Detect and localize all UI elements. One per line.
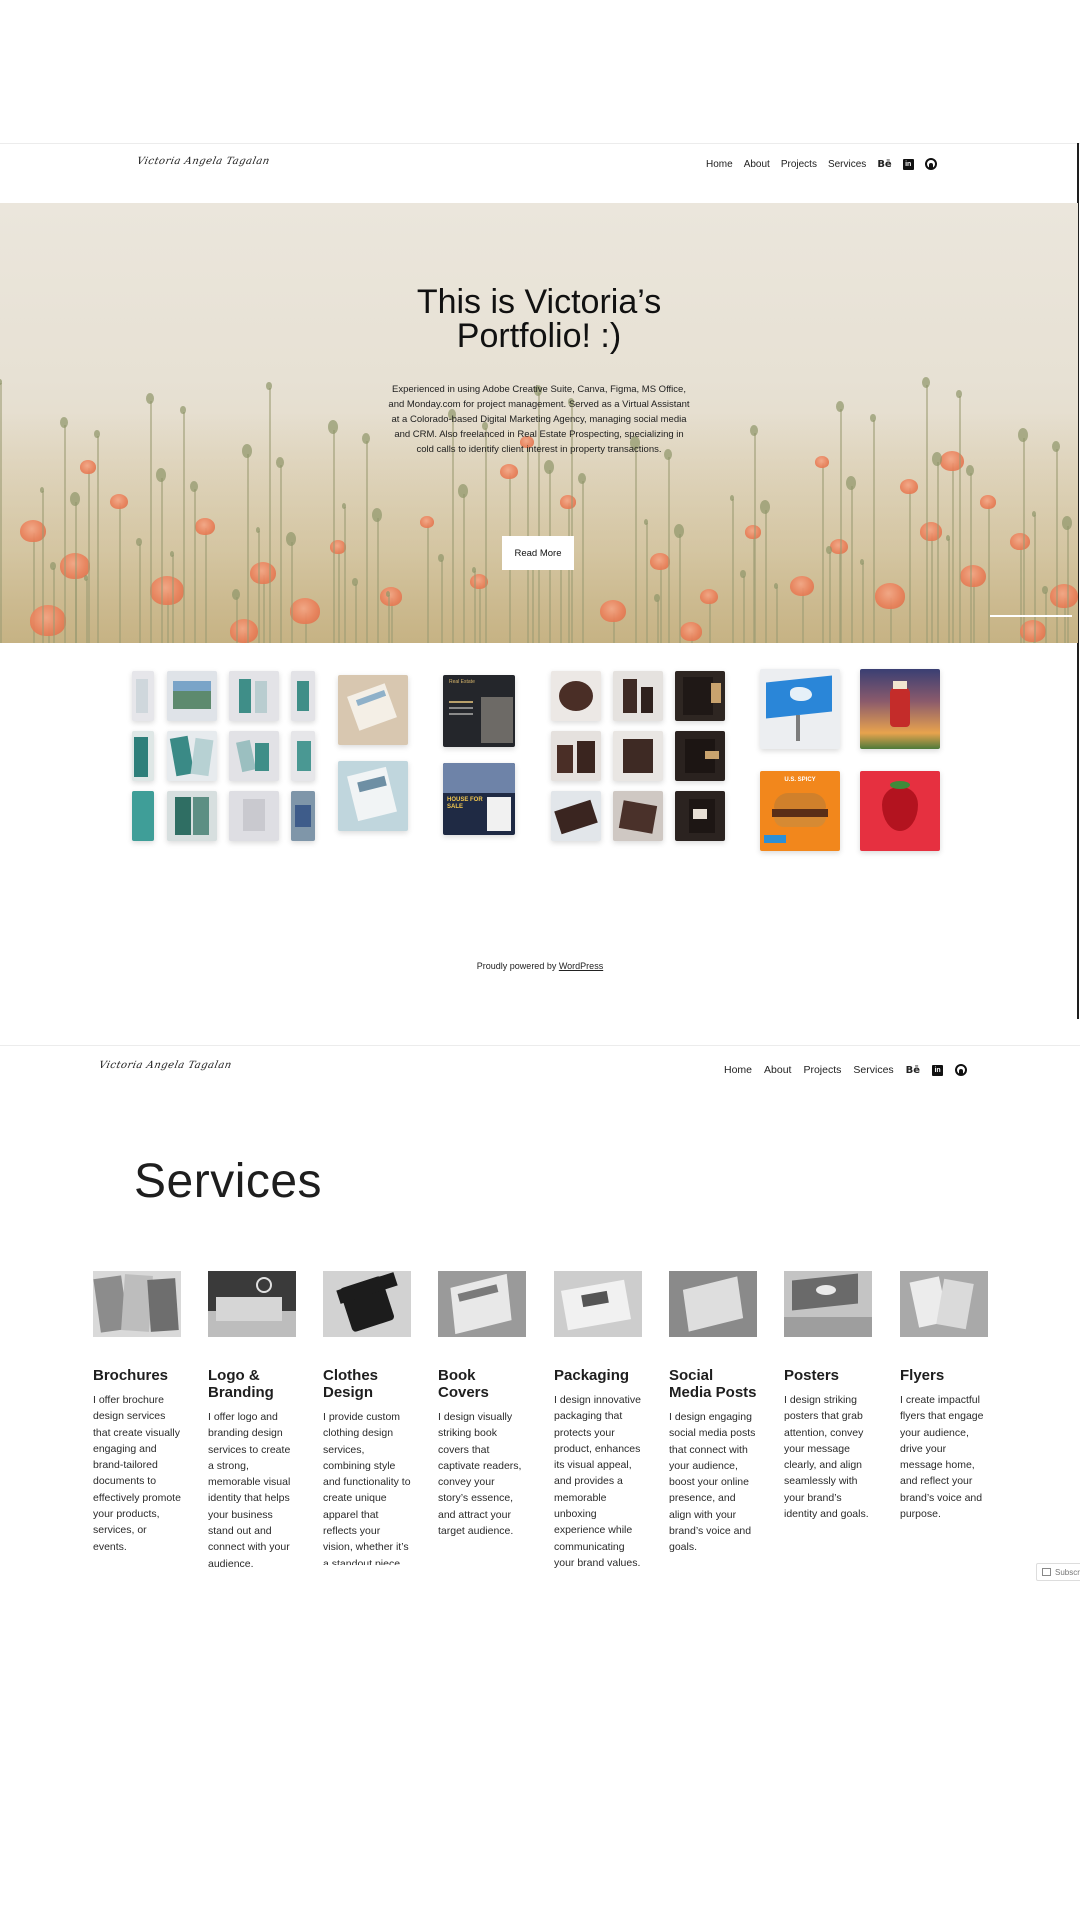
gallery-brochure-9[interactable] bbox=[132, 791, 154, 841]
nav-about[interactable]: About bbox=[764, 1064, 791, 1076]
behance-icon[interactable]: Bē bbox=[906, 1065, 920, 1076]
gallery-brochure-1[interactable] bbox=[132, 671, 154, 721]
gallery-burger-poster[interactable]: U.S. SPICY bbox=[760, 771, 840, 851]
site-logo[interactable]: Victoria Angela Tagalan bbox=[136, 156, 271, 167]
behance-icon[interactable]: Bē bbox=[877, 159, 891, 170]
gallery-billboard[interactable] bbox=[760, 669, 840, 749]
subscribe-icon bbox=[1042, 1568, 1051, 1576]
read-more-button[interactable]: Read More bbox=[502, 536, 574, 570]
gallery-brochure-7[interactable] bbox=[229, 731, 279, 781]
gallery-packaging-8[interactable] bbox=[613, 791, 663, 841]
service-title: Social Media Posts bbox=[669, 1367, 757, 1401]
site-header: Victoria Angela Tagalan Home About Proje… bbox=[0, 143, 1080, 203]
service-description: I design visually striking book covers t… bbox=[438, 1411, 522, 1538]
gallery-packaging-4[interactable] bbox=[551, 731, 601, 781]
gallery-packaging-3[interactable] bbox=[675, 671, 725, 721]
service-card-packaging: Packaging I design innovative packaging … bbox=[554, 1271, 642, 1571]
gallery-flyer-1[interactable] bbox=[338, 675, 408, 745]
service-image-book-covers bbox=[438, 1271, 526, 1337]
hero-title-line1: This is Victoria’s bbox=[416, 283, 662, 321]
nav-projects[interactable]: Projects bbox=[803, 1064, 841, 1076]
service-title: Book Covers bbox=[438, 1367, 489, 1401]
nav-projects[interactable]: Projects bbox=[781, 159, 817, 170]
service-description: I design innovative packaging that prote… bbox=[554, 1394, 641, 1569]
service-image-logo-branding bbox=[208, 1271, 296, 1337]
service-card-flyers: Flyers I create impactful flyers that en… bbox=[900, 1271, 988, 1522]
nav-about[interactable]: About bbox=[744, 159, 770, 170]
main-nav: Home About Projects Services Bē in bbox=[706, 158, 937, 170]
service-description: I offer brochure design services that cr… bbox=[93, 1394, 181, 1553]
service-image-social-media bbox=[669, 1271, 757, 1337]
gallery-brochure-11[interactable] bbox=[229, 791, 279, 841]
hero-banner: This is Victoria’s Portfolio! :) Experie… bbox=[0, 203, 1078, 643]
service-image-packaging bbox=[554, 1271, 642, 1337]
project-gallery: Real Estate HOUSE FOR SALE U.S. SPICY bbox=[0, 669, 1080, 851]
github-icon[interactable] bbox=[924, 158, 937, 170]
gallery-brochure-10[interactable] bbox=[167, 791, 217, 841]
slider-indicator[interactable] bbox=[990, 615, 1072, 617]
hero-description: Experienced in using Adobe Creative Suit… bbox=[388, 384, 690, 455]
linkedin-icon[interactable]: in bbox=[932, 1064, 944, 1076]
service-card-logo-branding: Logo & Branding I offer logo and brandin… bbox=[208, 1271, 296, 1572]
footer-credit-text: Proudly powered by bbox=[476, 961, 557, 971]
gallery-packaging-7[interactable] bbox=[551, 791, 601, 841]
gallery-strawberry-poster[interactable] bbox=[860, 771, 940, 851]
site-logo-2[interactable]: Victoria Angela Tagalan bbox=[98, 1060, 233, 1071]
service-card-clothes-design: Clothes Design I provide custom clothing… bbox=[323, 1271, 411, 1565]
gallery-brochure-5[interactable] bbox=[132, 731, 154, 781]
gallery-brochure-6[interactable] bbox=[167, 731, 217, 781]
hero-title-line2: Portfolio! :) bbox=[456, 317, 622, 355]
gallery-brochure-3[interactable] bbox=[229, 671, 279, 721]
github-icon[interactable] bbox=[955, 1064, 968, 1076]
gallery-packaging-2[interactable] bbox=[613, 671, 663, 721]
subscribe-label: Subscribe bbox=[1055, 1568, 1080, 1577]
service-title: Packaging bbox=[554, 1367, 630, 1384]
service-title: Brochures bbox=[93, 1367, 169, 1384]
gallery-brochure-4[interactable] bbox=[291, 671, 315, 721]
service-title: Flyers bbox=[900, 1367, 945, 1384]
service-image-posters bbox=[784, 1271, 872, 1337]
service-title: Clothes Design bbox=[323, 1367, 379, 1401]
service-description: I provide custom clothing design service… bbox=[323, 1411, 411, 1565]
gallery-packaging-1[interactable] bbox=[551, 671, 601, 721]
service-description: I design engaging social media posts tha… bbox=[669, 1411, 756, 1554]
gallery-packaging-5[interactable] bbox=[613, 731, 663, 781]
wordpress-link[interactable]: WordPress bbox=[559, 961, 603, 971]
linkedin-icon[interactable]: in bbox=[902, 158, 914, 170]
service-card-social-media: Social Media Posts I design engaging soc… bbox=[669, 1271, 757, 1556]
nav-home[interactable]: Home bbox=[724, 1064, 752, 1076]
gallery-packaging-9[interactable] bbox=[675, 791, 725, 841]
service-card-posters: Posters I design striking posters that g… bbox=[784, 1271, 872, 1522]
gallery-brochure-8[interactable] bbox=[291, 731, 315, 781]
nav-services[interactable]: Services bbox=[853, 1064, 893, 1076]
hero-title: This is Victoria’s Portfolio! :) bbox=[0, 285, 1078, 353]
gallery-real-estate-2[interactable]: HOUSE FOR SALE bbox=[443, 763, 515, 835]
gallery-brochure-12[interactable] bbox=[291, 791, 315, 841]
service-title: Logo & Branding bbox=[208, 1367, 274, 1401]
service-title: Posters bbox=[784, 1367, 840, 1384]
service-image-brochures bbox=[93, 1271, 181, 1337]
gallery-packaging-6[interactable] bbox=[675, 731, 725, 781]
service-description: I create impactful flyers that engage yo… bbox=[900, 1394, 984, 1521]
services-heading: Services bbox=[134, 1155, 323, 1208]
gallery-juice-poster[interactable] bbox=[860, 669, 940, 749]
service-image-flyers bbox=[900, 1271, 988, 1337]
home-page: Victoria Angela Tagalan Home About Proje… bbox=[0, 143, 1080, 1018]
nav-home[interactable]: Home bbox=[706, 159, 733, 170]
service-card-brochures: Brochures I offer brochure design servic… bbox=[93, 1271, 181, 1555]
site-footer: Proudly powered by WordPress bbox=[0, 961, 1080, 971]
gallery-flyer-2[interactable] bbox=[338, 761, 408, 831]
service-image-clothes-design bbox=[323, 1271, 411, 1337]
service-description: I offer logo and branding design service… bbox=[208, 1411, 291, 1570]
gallery-brochure-2[interactable] bbox=[167, 671, 217, 721]
subscribe-button[interactable]: Subscribe bbox=[1036, 1563, 1080, 1581]
service-card-book-covers: Book Covers I design visually striking b… bbox=[438, 1271, 526, 1539]
services-page: Victoria Angela Tagalan Home About Proje… bbox=[0, 1046, 1080, 1920]
main-nav-2: Home About Projects Services Bē in bbox=[724, 1064, 968, 1076]
service-description: I design striking posters that grab atte… bbox=[784, 1394, 869, 1521]
gallery-real-estate-1[interactable]: Real Estate bbox=[443, 675, 515, 747]
nav-services[interactable]: Services bbox=[828, 159, 866, 170]
